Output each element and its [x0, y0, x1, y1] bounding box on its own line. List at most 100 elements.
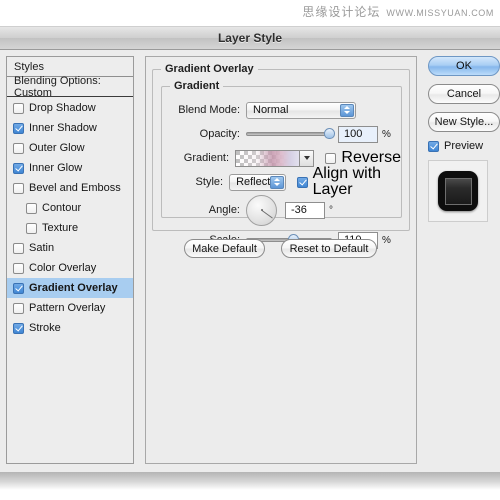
gradient-swatch[interactable]	[236, 150, 300, 166]
effect-row[interactable]: Stroke	[7, 318, 133, 338]
angle-dial-hub	[260, 209, 263, 211]
effect-label: Stroke	[29, 321, 61, 334]
blending-options-label: Blending Options: Custom	[14, 74, 101, 99]
effect-label: Gradient Overlay	[29, 281, 118, 294]
effect-checkbox[interactable]	[13, 322, 24, 334]
blend-mode-select[interactable]: Normal	[246, 101, 356, 119]
effect-label: Bevel and Emboss	[29, 181, 121, 194]
effect-row[interactable]: Bevel and Emboss	[7, 178, 133, 198]
effect-checkbox[interactable]	[13, 302, 24, 314]
window-bottom-shadow	[0, 472, 500, 490]
effect-row[interactable]: Texture	[7, 218, 133, 238]
effect-row[interactable]: Gradient Overlay	[7, 278, 133, 298]
cancel-button[interactable]: Cancel	[428, 84, 500, 104]
preview-checkbox[interactable]	[428, 140, 439, 152]
angle-value: -36	[291, 204, 307, 216]
reverse-label: Reverse	[341, 149, 401, 166]
opacity-label: Opacity:	[199, 128, 240, 140]
effect-label: Inner Glow	[29, 161, 83, 174]
effect-label: Outer Glow	[29, 141, 85, 154]
layer-style-dialog: Layer Style Styles Blending Options: Cus…	[0, 26, 500, 473]
ok-button[interactable]: OK	[428, 56, 500, 76]
screenshot-root: 思缘设计论坛 WWW.MISSYUAN.COM Layer Style Styl…	[0, 0, 500, 500]
ok-label: OK	[456, 60, 472, 72]
opacity-slider[interactable]	[246, 126, 335, 142]
make-default-label: Make Default	[192, 242, 257, 255]
gradient-group: Gradient Blend Mode: Normal Opacity: 100…	[161, 80, 402, 249]
effect-row[interactable]: Contour	[7, 198, 133, 218]
chevron-down-icon	[303, 156, 310, 160]
effect-checkbox[interactable]	[13, 242, 24, 254]
opacity-value: 100	[344, 128, 363, 140]
effect-row[interactable]: Pattern Overlay	[7, 298, 133, 318]
stepper-arrows-icon	[269, 175, 284, 189]
effect-label: Texture	[42, 221, 79, 234]
gradient-picker[interactable]	[235, 149, 315, 167]
reverse-checkbox[interactable]	[325, 152, 337, 164]
blend-mode-value: Normal	[253, 104, 289, 116]
opacity-unit: %	[382, 128, 391, 140]
gradient-overlay-group: Gradient Overlay Gradient Blend Mode: No…	[152, 63, 410, 249]
dialog-titlebar[interactable]: Layer Style	[0, 27, 500, 50]
blend-mode-label: Blend Mode:	[178, 104, 240, 116]
watermark-chinese-text: 思缘设计论坛	[302, 5, 381, 19]
effect-checkbox[interactable]	[13, 142, 24, 154]
opacity-row: Opacity: 100 %	[162, 125, 401, 143]
make-default-button[interactable]: Make Default	[184, 239, 265, 258]
effect-checkbox[interactable]	[13, 102, 24, 114]
effect-label: Satin	[29, 241, 55, 254]
watermark: 思缘设计论坛 WWW.MISSYUAN.COM	[302, 3, 494, 20]
effect-checkbox[interactable]	[13, 262, 24, 274]
effect-checkbox[interactable]	[13, 282, 24, 294]
align-with-layer-checkbox[interactable]	[296, 176, 308, 188]
style-label: Style:	[195, 176, 224, 188]
effect-label: Inner Shadow	[29, 121, 97, 134]
dialog-title: Layer Style	[217, 31, 283, 45]
style-select[interactable]: Reflected	[229, 173, 286, 191]
preview-row: Preview	[428, 140, 500, 152]
watermark-url-text: WWW.MISSYUAN.COM	[386, 8, 494, 18]
effect-label: Pattern Overlay	[29, 301, 106, 314]
blending-options-row[interactable]: Blending Options: Custom	[7, 74, 133, 99]
angle-label: Angle:	[208, 204, 240, 216]
angle-unit: °	[329, 204, 333, 216]
preview-thumbnail-art	[438, 171, 478, 211]
blend-mode-row: Blend Mode: Normal	[162, 101, 401, 119]
effect-checkbox[interactable]	[26, 202, 37, 214]
opacity-slider-knob[interactable]	[324, 128, 335, 139]
effect-checkbox[interactable]	[13, 162, 24, 174]
effect-label: Contour	[42, 201, 82, 214]
new-style-label: New Style...	[434, 116, 494, 128]
cancel-label: Cancel	[446, 88, 482, 100]
gradient-overlay-group-title: Gradient Overlay	[161, 63, 258, 75]
styles-panel: Styles Blending Options: Custom Drop Sha…	[6, 56, 134, 464]
gradient-dropdown-button[interactable]	[299, 150, 314, 166]
preview-label: Preview	[444, 140, 484, 152]
effect-row[interactable]: Inner Shadow	[7, 118, 133, 138]
effect-label: Color Overlay	[29, 261, 97, 274]
angle-dial[interactable]	[246, 194, 277, 226]
effect-row[interactable]: Outer Glow	[7, 138, 133, 158]
new-style-button[interactable]: New Style...	[428, 112, 500, 132]
styles-header-label: Styles	[14, 60, 44, 73]
angle-dial-needle	[261, 210, 273, 219]
effects-list: Drop Shadow Inner Shadow Outer Glow Inner G…	[7, 97, 133, 338]
effect-row[interactable]: Satin	[7, 238, 133, 258]
gradient-overlay-panel: Gradient Overlay Gradient Blend Mode: No…	[145, 56, 417, 464]
angle-input[interactable]: -36	[285, 201, 325, 219]
effect-row[interactable]: Color Overlay	[7, 258, 133, 278]
effect-checkbox[interactable]	[26, 222, 37, 234]
opacity-input[interactable]: 100	[338, 125, 378, 143]
reset-to-default-button[interactable]: Reset to Default	[281, 239, 377, 258]
effect-label: Drop Shadow	[29, 101, 96, 114]
effect-checkbox[interactable]	[13, 182, 24, 194]
preview-thumbnail-inner	[444, 177, 472, 205]
effect-row[interactable]: Drop Shadow	[7, 98, 133, 118]
reset-to-default-label: Reset to Default	[289, 242, 369, 255]
stepper-arrows-icon	[340, 103, 354, 117]
default-buttons: Make Default Reset to Default	[184, 239, 377, 258]
gradient-group-title: Gradient	[170, 80, 224, 92]
scale-unit: %	[382, 234, 391, 246]
effect-checkbox[interactable]	[13, 122, 24, 134]
effect-row[interactable]: Inner Glow	[7, 158, 133, 178]
